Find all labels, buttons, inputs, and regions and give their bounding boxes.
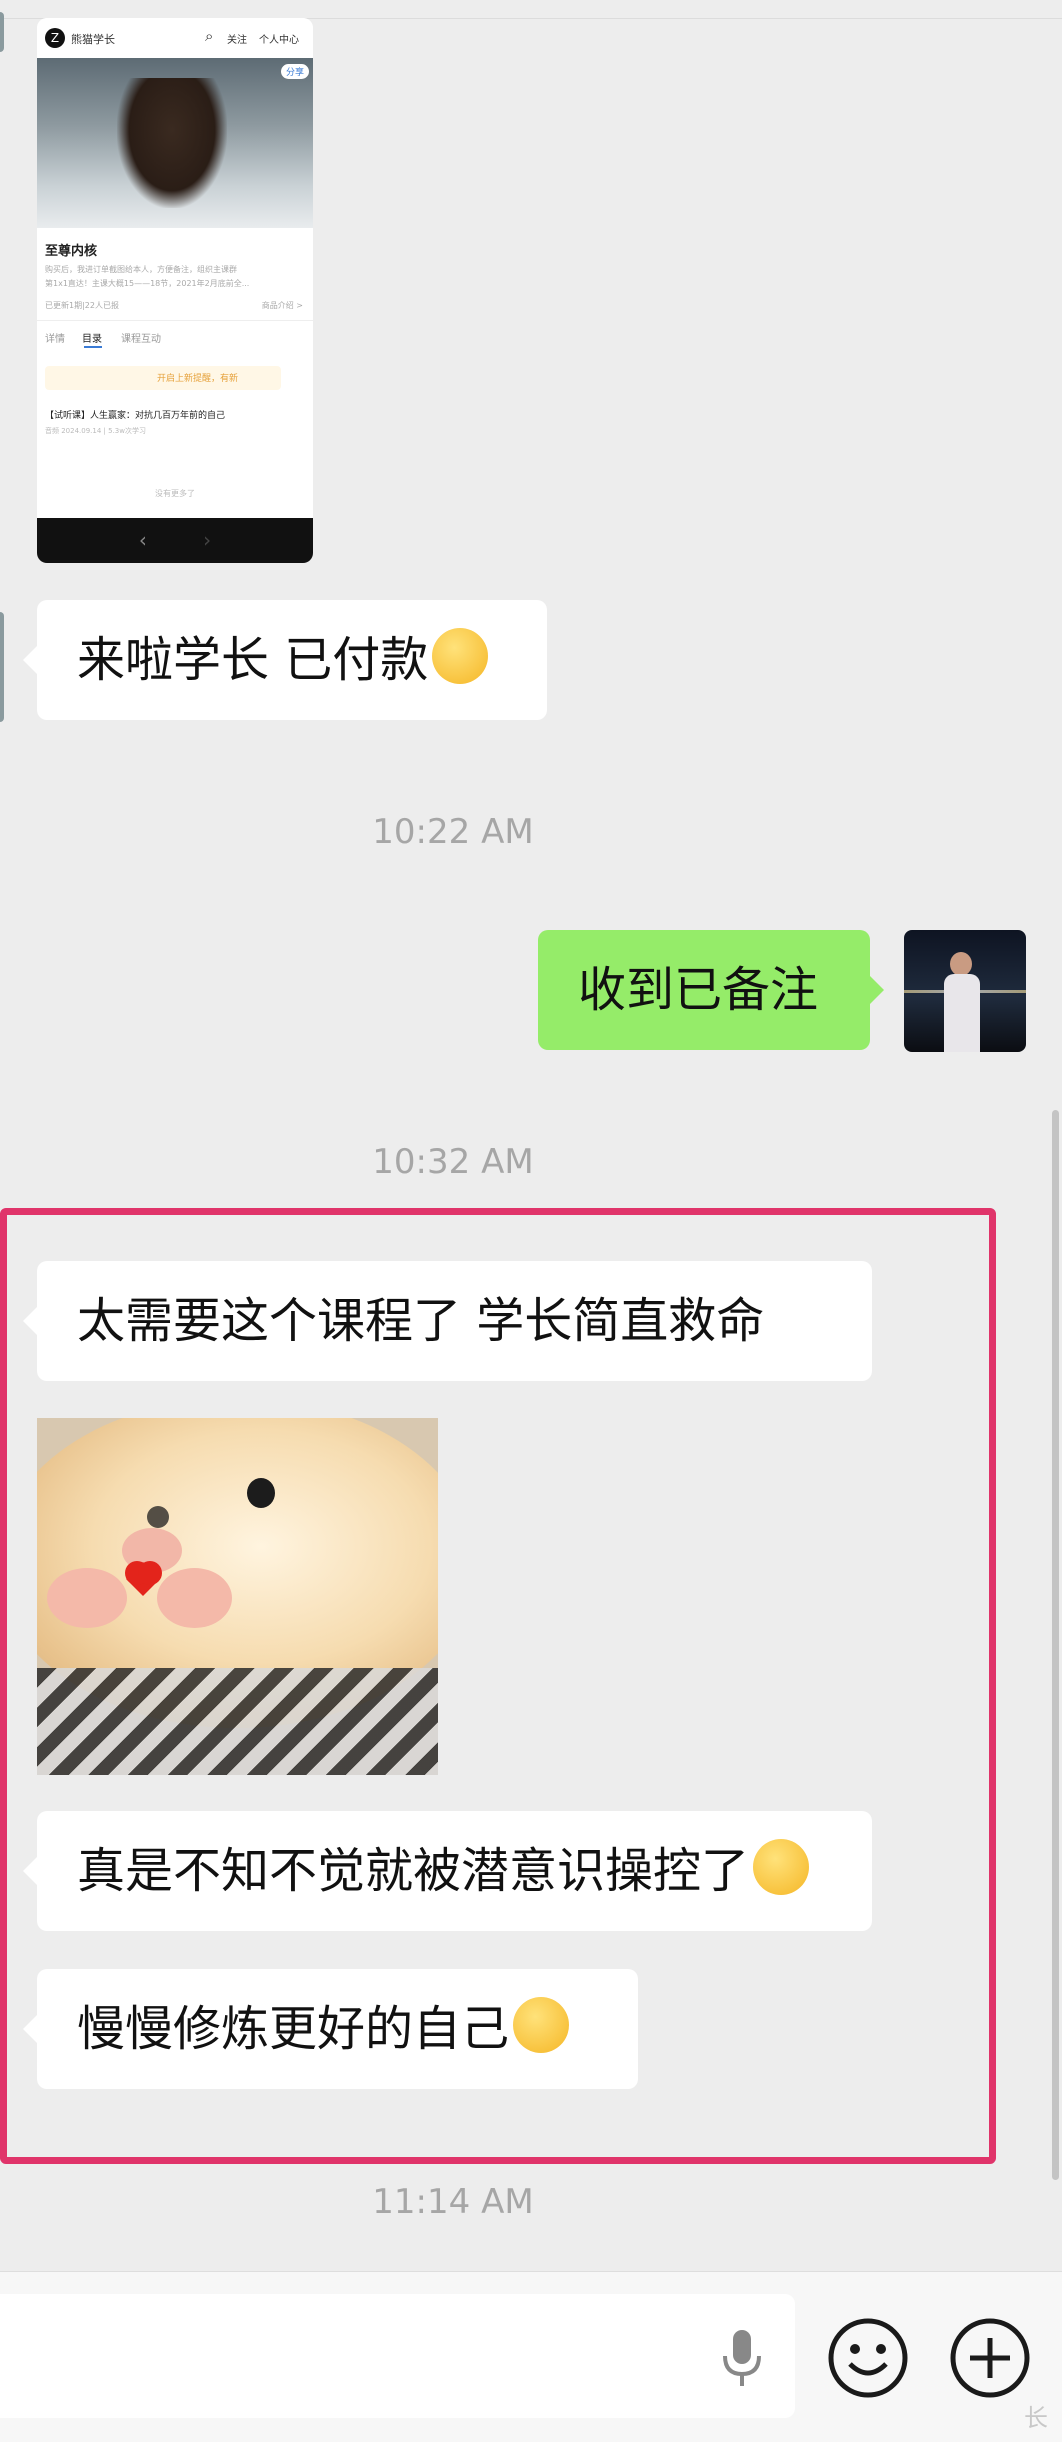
course-cover-image: 分享 bbox=[37, 58, 313, 228]
timestamp: 10:22 AM bbox=[372, 812, 534, 852]
message-bubble-incoming[interactable]: 太需要这个课程了 学长简直救命 bbox=[23, 1261, 872, 1381]
search-icon: ⌕ bbox=[205, 27, 214, 45]
account-name: 熊猫学长 bbox=[71, 33, 115, 46]
hamster-heart-sticker[interactable] bbox=[37, 1418, 438, 1775]
tab-catalog: 目录 bbox=[82, 334, 102, 345]
message-text: 太需要这个课程了 学长简直救命 bbox=[77, 1293, 765, 1349]
message-text: 收到已备注 bbox=[578, 962, 819, 1018]
bear-illustration bbox=[117, 78, 227, 208]
message-text: 真是不知不觉就被潜意识操控了 bbox=[77, 1843, 750, 1899]
update-reminder-banner: 开启上新提醒，有新 bbox=[157, 374, 239, 384]
my-avatar[interactable] bbox=[904, 930, 1026, 1052]
message-input[interactable] bbox=[0, 2294, 795, 2418]
course-desc-2: 第1x1直达！主课大概15——18节，2021年2月底前全... bbox=[45, 279, 250, 288]
heart-icon bbox=[125, 1561, 165, 1601]
smiley-icon[interactable] bbox=[826, 2316, 910, 2400]
product-intro-link: 商品介绍 > bbox=[261, 301, 303, 310]
message-text: 慢慢修炼更好的自己 bbox=[77, 2001, 510, 2057]
account-logo-icon: Z bbox=[45, 28, 65, 48]
card-header: Z 熊猫学长 ⌕ 关注 个人中心 bbox=[37, 18, 313, 58]
course-title: 至尊内核 bbox=[45, 244, 98, 259]
message-text: 来啦学长 已付款 bbox=[77, 632, 429, 688]
phone-nav-bar: ‹ › bbox=[37, 518, 313, 563]
thinking-monocle-emoji-icon bbox=[432, 628, 489, 684]
microphone-icon[interactable] bbox=[718, 2326, 766, 2390]
shushing-emoji-icon bbox=[513, 1997, 570, 2053]
nav-forward-icon: › bbox=[203, 528, 212, 552]
scrollbar[interactable] bbox=[1052, 1110, 1059, 2180]
tab-interaction: 课程互动 bbox=[121, 334, 161, 345]
lesson-title: 【试听课】人生赢家：对抗几百万年前的自己 bbox=[45, 411, 226, 421]
sender-avatar-edge[interactable] bbox=[0, 12, 4, 52]
message-bubble-incoming[interactable]: 真是不知不觉就被潜意识操控了 bbox=[23, 1811, 872, 1931]
message-bubble-incoming[interactable]: 慢慢修炼更好的自己 bbox=[23, 1969, 638, 2089]
nav-back-icon: ‹ bbox=[138, 528, 147, 552]
course-desc-1: 购买后，我进订单截图给本人，方便备注，组织主课群 bbox=[45, 265, 237, 274]
timestamp: 10:32 AM bbox=[372, 1142, 534, 1182]
tab-details: 详情 bbox=[45, 334, 65, 345]
course-updated: 已更新1期|22人已报 bbox=[45, 301, 119, 310]
course-info: 至尊内核 购买后，我进订单截图给本人，方便备注，组织主课群 第1x1直达！主课大… bbox=[37, 228, 313, 518]
message-bubble-incoming[interactable]: 来啦学长 已付款 bbox=[23, 600, 547, 720]
tears-of-joy-emoji-icon bbox=[753, 1839, 810, 1895]
watermark: 长 bbox=[1024, 2404, 1048, 2432]
plus-icon[interactable] bbox=[948, 2316, 1032, 2400]
share-badge: 分享 bbox=[280, 64, 309, 79]
message-bubble-outgoing[interactable]: 收到已备注 bbox=[538, 930, 884, 1050]
screenshot-image-message[interactable]: Z 熊猫学长 ⌕ 关注 个人中心 分享 至尊内核 购买后，我进订单截图给本人，方… bbox=[37, 18, 313, 563]
active-tab-indicator bbox=[84, 346, 102, 348]
no-more-text: 没有更多了 bbox=[155, 489, 195, 498]
sender-avatar-edge[interactable] bbox=[0, 612, 4, 722]
profile-link: 个人中心 bbox=[259, 35, 299, 46]
follow-link: 关注 bbox=[227, 35, 247, 46]
lesson-meta: 音频 2024.09.14 | 5.3w次学习 bbox=[45, 427, 146, 435]
timestamp: 11:14 AM bbox=[372, 2182, 534, 2222]
top-divider bbox=[0, 0, 1062, 19]
